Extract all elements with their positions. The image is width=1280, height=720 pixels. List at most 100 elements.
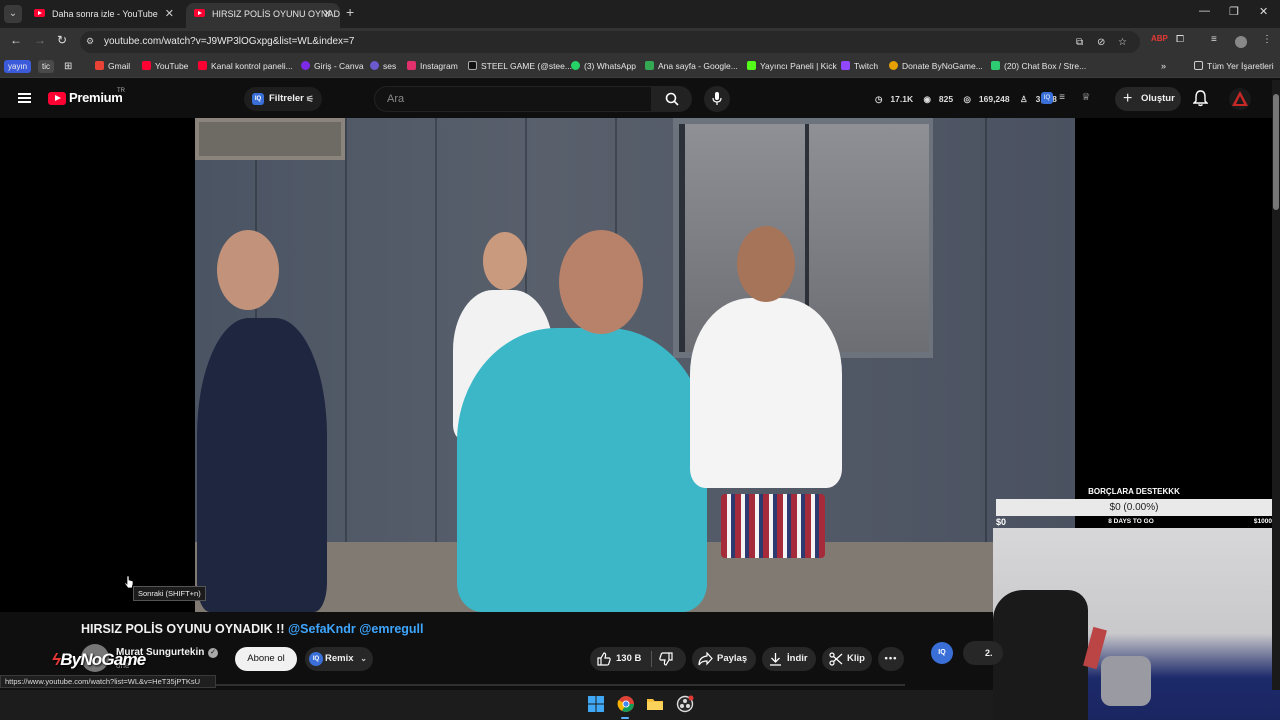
minimize-icon[interactable]: — <box>1199 5 1210 17</box>
bookmark-instagram[interactable]: Instagram <box>407 61 458 71</box>
tab-search-button[interactable]: ⌄ <box>4 5 22 23</box>
donation-progress-bar: $0 (0.00%) <box>996 499 1272 516</box>
bookmark-google-drive[interactable]: Ana sayfa - Google... <box>645 61 738 71</box>
bookmarks-bar: yayın tic ⊞ Gmail YouTube Kanal kontrol … <box>0 56 1280 78</box>
remix-label: Remix <box>325 653 354 664</box>
subscribe-button[interactable]: Abone ol <box>235 647 297 671</box>
stat-views: 169,248 <box>978 94 1010 104</box>
account-avatar[interactable] <box>1229 88 1251 110</box>
bookmark-kick[interactable]: Yayıncı Paneli | Kick <box>747 61 837 71</box>
iq-extension-icon[interactable]: IQ <box>1041 92 1053 104</box>
bookmark-gmail[interactable]: Gmail <box>95 61 130 71</box>
all-bookmarks-folder[interactable]: Tüm Yer İşaretleri <box>1194 61 1274 71</box>
tab-current-video[interactable]: HIRSIZ POLİS OYUNU OYNADIK ✕ <box>186 3 340 28</box>
star-bookmark-icon[interactable]: ☆ <box>1118 37 1127 48</box>
list-settings-icon[interactable]: ≡ <box>1056 92 1068 104</box>
file-explorer-icon[interactable] <box>646 695 664 713</box>
donation-amount: $0 (0.00%) <box>1109 502 1159 513</box>
restore-icon[interactable]: ❐ <box>1229 5 1239 18</box>
bookmark-chip-tic[interactable]: tic <box>38 60 54 73</box>
download-label: İndir <box>787 653 808 664</box>
tab-watch-later[interactable]: Daha sonra izle - YouTube ✕ <box>26 3 182 28</box>
bookmark-kanal-kontrol[interactable]: Kanal kontrol paneli... <box>198 61 293 71</box>
stat-person-icon: ♙ <box>1020 94 1028 104</box>
stat-eye-icon: ◎ <box>963 94 971 104</box>
bookmark-whatsapp[interactable]: (3) WhatsApp <box>571 61 636 71</box>
video-title-mentions[interactable]: @SefaKndr @emregull <box>288 622 424 636</box>
donation-title: BORÇLARA DESTEKKK <box>1088 487 1180 496</box>
download-button[interactable]: İndir <box>762 647 816 671</box>
donation-max: $1000 <box>1253 518 1272 525</box>
bookmark-chat-box[interactable]: (20) Chat Box / Stre... <box>991 61 1086 71</box>
search-button[interactable] <box>652 86 692 112</box>
wall-frame <box>195 118 345 160</box>
bookmark-ses[interactable]: ses <box>370 61 396 71</box>
youtube-premium-brand[interactable]: Premium <box>69 90 123 105</box>
active-app-indicator <box>621 717 629 719</box>
bookmark-tiktok[interactable]: STEEL GAME (@stee... <box>468 61 572 71</box>
notifications-bell-icon[interactable] <box>1193 90 1208 107</box>
remix-button[interactable]: IQ Remix ⌄ <box>305 647 373 671</box>
more-actions-button[interactable]: ••• <box>878 647 904 671</box>
windows-start-icon[interactable] <box>587 695 605 713</box>
partial-pill[interactable]: 2. <box>963 641 1003 665</box>
scissors-icon <box>829 652 843 666</box>
close-window-icon[interactable]: ✕ <box>1259 5 1268 18</box>
scrollbar-thumb[interactable] <box>1273 94 1279 210</box>
verified-badge-icon: ✓ <box>208 648 218 658</box>
bookmark-chip-yayin[interactable]: yayın <box>4 60 32 73</box>
site-info-icon[interactable]: ⚙ <box>86 36 94 47</box>
adblock-extension-icon[interactable]: ABP <box>1151 34 1168 43</box>
bookmark-donate-bynogame[interactable]: Donate ByNoGame... <box>889 61 983 71</box>
share-icon <box>698 652 713 666</box>
bynogame-overlay-logo: ϟByNoGame <box>52 650 146 669</box>
gmail-icon <box>95 61 104 70</box>
video-frame[interactable] <box>195 118 1075 612</box>
bookmark-twitch[interactable]: Twitch <box>841 61 878 71</box>
chevron-down-icon[interactable]: ⌄ <box>360 647 367 671</box>
guide-menu-icon[interactable] <box>18 93 31 103</box>
tab-title: HIRSIZ POLİS OYUNU OYNADIK <box>212 9 340 19</box>
like-count[interactable]: 130 B <box>616 647 641 671</box>
url-text: youtube.com/watch?v=J9WP3lOGxpg&list=WL&… <box>104 36 355 47</box>
browser-toolbar: ← → ↻ ⚙ youtube.com/watch?v=J9WP3lOGxpg&… <box>0 28 1280 56</box>
trophy-icon[interactable]: ♕ <box>1080 92 1092 104</box>
bookmark-canva[interactable]: Giriş - Canva <box>301 61 364 71</box>
like-icon[interactable] <box>597 652 611 666</box>
apps-grid-icon[interactable]: ⊞ <box>64 61 72 72</box>
forward-icon[interactable]: → <box>34 33 46 47</box>
create-button[interactable]: + Oluştur <box>1115 87 1181 111</box>
bookmark-youtube[interactable]: YouTube <box>142 61 188 71</box>
more-bookmarks-icon[interactable]: » <box>1161 61 1166 71</box>
search-input[interactable]: Ara <box>374 86 652 112</box>
install-app-icon[interactable]: ⧉ <box>1076 37 1083 48</box>
filters-button[interactable]: IQ Filtreler ⚟ <box>244 87 322 111</box>
obs-recording-icon[interactable] <box>676 695 694 713</box>
reload-icon[interactable]: ↻ <box>57 33 67 47</box>
canva-icon <box>301 61 310 70</box>
region-code: TR <box>117 88 125 94</box>
address-bar[interactable]: ⚙ youtube.com/watch?v=J9WP3lOGxpg&list=W… <box>80 31 1140 53</box>
dislike-icon[interactable] <box>659 652 673 666</box>
profile-avatar-icon[interactable] <box>1235 36 1247 48</box>
tab-close-icon[interactable]: ✕ <box>165 3 174 25</box>
new-tab-button[interactable]: + <box>346 4 354 20</box>
browser-menu-icon[interactable]: ⋮ <box>1262 34 1272 45</box>
iq-extension-button[interactable]: IQ <box>931 642 953 664</box>
donation-goal-widget: BORÇLARA DESTEKKK $0 (0.00%) $0 8 DAYS T… <box>996 485 1274 529</box>
chrome-icon[interactable] <box>617 695 635 713</box>
youtube-masthead: Premium TR IQ Filtreler ⚟ Ara ◷ 17.1K ◉ 82… <box>0 80 1280 118</box>
clip-button[interactable]: Klip <box>822 647 872 671</box>
media-controls-icon[interactable]: ≡ <box>1211 34 1217 45</box>
hide-icon[interactable]: ⊘ <box>1097 37 1105 48</box>
download-icon <box>770 653 781 666</box>
voice-search-button[interactable] <box>704 86 730 112</box>
page-scrollbar[interactable] <box>1272 80 1280 690</box>
back-icon[interactable]: ← <box>10 33 22 47</box>
youtube-logo-icon[interactable] <box>48 92 66 105</box>
share-button[interactable]: Paylaş <box>692 647 756 671</box>
extensions-icon[interactable]: ⧠ <box>1176 34 1184 45</box>
link-status-bar: https://www.youtube.com/watch?list=WL&v=… <box>0 675 216 688</box>
tab-close-icon[interactable]: ✕ <box>323 3 332 25</box>
clip-label: Klip <box>847 653 865 664</box>
